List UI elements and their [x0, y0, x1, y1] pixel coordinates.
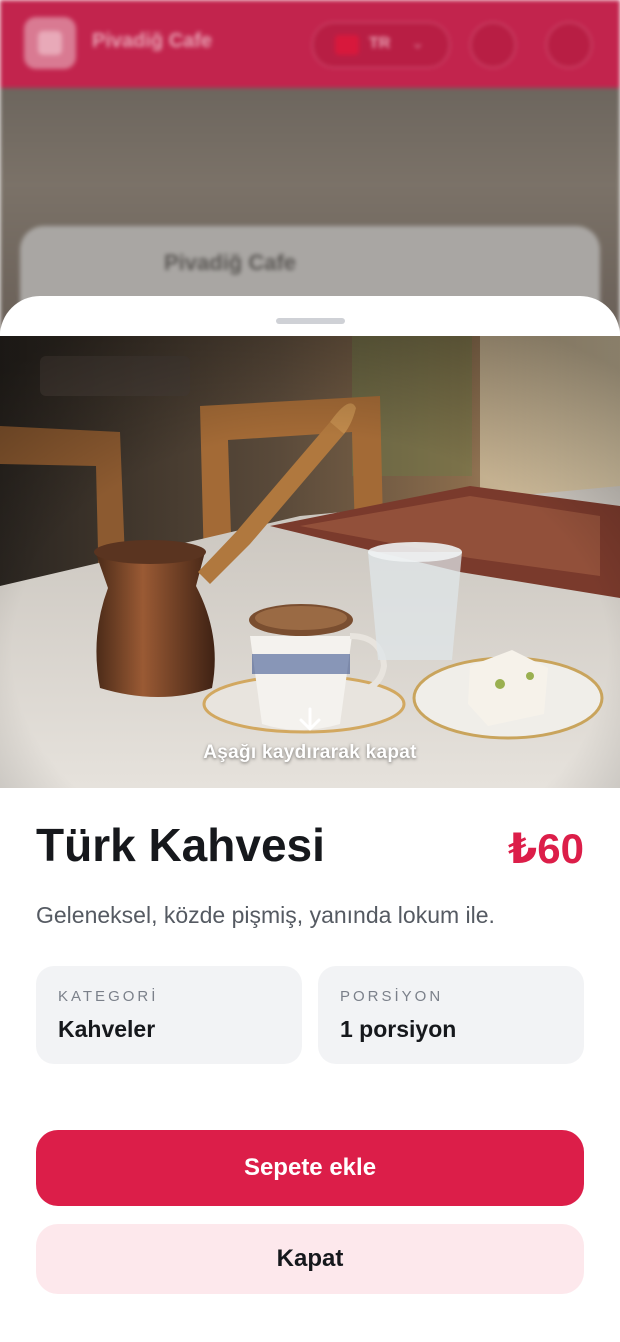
- category-label: KATEGORİ: [58, 988, 159, 1005]
- cafe-card-title: Pivadiğ Cafe: [164, 250, 297, 275]
- product-detail-sheet: Aşağı kaydırarak kapat Türk Kahvesi ₺60 …: [0, 296, 620, 1342]
- product-image: Aşağı kaydırarak kapat: [0, 336, 620, 788]
- search-icon[interactable]: [470, 22, 516, 68]
- background-app: Pivadiğ Cafe TR ⌄ Pivadiğ Cafe: [0, 0, 620, 330]
- portion-label: PORSİYON: [340, 988, 444, 1005]
- drag-handle[interactable]: [276, 318, 345, 324]
- category-card: KATEGORİ Kahveler: [36, 966, 302, 1064]
- language-selector[interactable]: TR ⌄: [312, 22, 450, 68]
- arrow-down-icon: [296, 706, 324, 734]
- logo: [24, 17, 76, 69]
- product-price: ₺60: [508, 825, 584, 872]
- cart-icon[interactable]: [546, 22, 592, 68]
- chevron-down-icon: ⌄: [411, 35, 425, 52]
- portion-value: 1 porsiyon: [340, 1016, 457, 1042]
- swipe-to-close-hint: Aşağı kaydırarak kapat: [203, 742, 417, 763]
- product-name: Türk Kahvesi: [36, 819, 325, 871]
- language-code: TR: [369, 35, 391, 52]
- portion-card: PORSİYON 1 porsiyon: [318, 966, 584, 1064]
- product-description: Geleneksel, közde pişmiş, yanında lokum …: [36, 902, 495, 928]
- category-value: Kahveler: [58, 1016, 156, 1042]
- add-to-cart-button[interactable]: Sepete ekle: [36, 1130, 584, 1206]
- app-title: Pivadiğ Cafe: [92, 30, 213, 52]
- flag-icon: [335, 35, 359, 55]
- app-header: Pivadiğ Cafe TR ⌄: [0, 0, 620, 88]
- close-button[interactable]: Kapat: [36, 1224, 584, 1294]
